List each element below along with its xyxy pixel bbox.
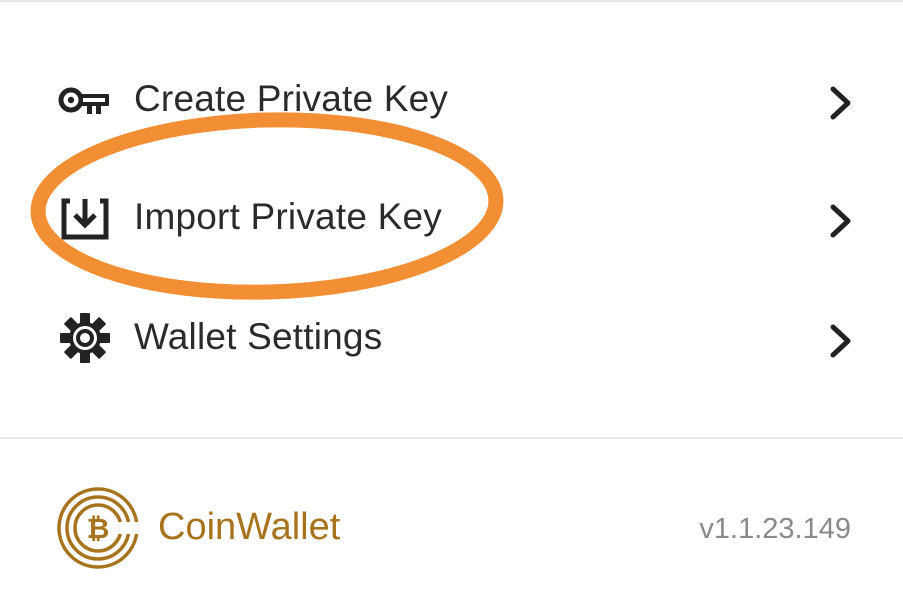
brand-name: CoinWallet [158,506,341,548]
import-icon [61,198,109,240]
chevron-right-icon [830,204,851,238]
menu-item-wallet-settings[interactable]: Wallet Settings [0,278,903,396]
gear-icon [60,313,110,363]
footer-divider [0,437,903,439]
app-version: v1.1.23.149 [699,513,851,545]
menu-item-label: Import Private Key [134,196,442,237]
menu-item-label: Wallet Settings [134,316,383,357]
top-divider [0,0,903,2]
chevron-right-icon [830,86,851,120]
key-icon [58,87,109,114]
svg-text:₿: ₿ [87,512,110,545]
coinwallet-logo-icon: ₿ [57,487,140,569]
chevron-right-icon [830,324,851,358]
menu-item-create-private-key[interactable]: Create Private Key [0,40,903,158]
menu-item-import-private-key[interactable]: Import Private Key [0,158,903,276]
menu-item-label: Create Private Key [134,78,449,119]
